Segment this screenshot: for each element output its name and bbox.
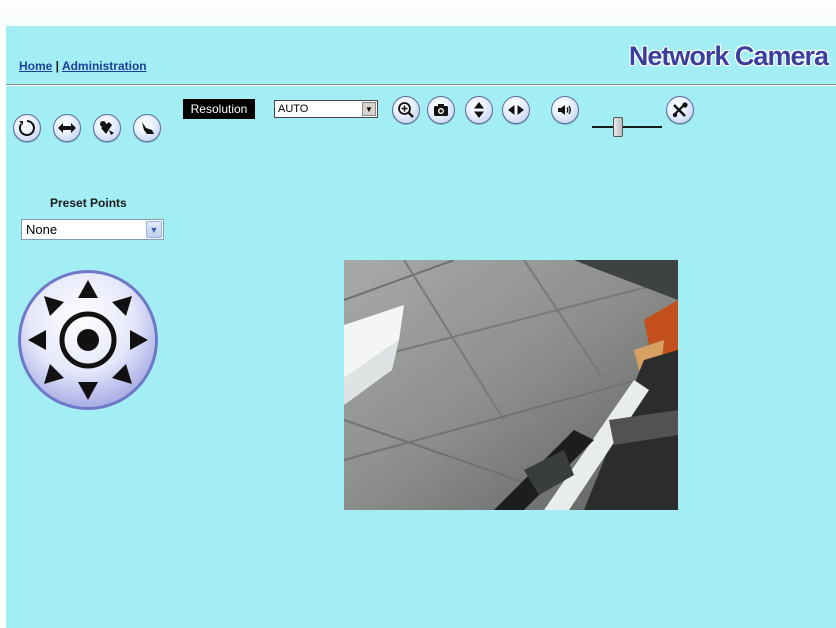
chevron-down-icon: ▼ — [146, 221, 162, 238]
mirror-icon — [58, 123, 76, 133]
volume-slider-thumb[interactable] — [613, 117, 623, 137]
camera-frame-image — [344, 260, 678, 510]
nav-separator: | — [52, 59, 62, 73]
zoom-button[interactable] — [392, 96, 420, 124]
snapshot-icon — [434, 104, 448, 116]
flip-horizontal-icon — [508, 105, 524, 115]
live-video-feed — [344, 260, 678, 510]
settings-icon — [672, 102, 688, 118]
rotate-button[interactable] — [13, 114, 41, 142]
mirror-button[interactable] — [53, 114, 81, 142]
patrol-horizontal-icon — [100, 121, 114, 135]
home-link[interactable]: Home — [19, 59, 52, 73]
camera-page: Home | Administration Network Camera Res… — [6, 26, 836, 628]
patrol-horizontal-button[interactable] — [93, 114, 121, 142]
ptz-direction-pad[interactable] — [16, 268, 160, 412]
administration-link[interactable]: Administration — [62, 59, 147, 73]
preset-points-value: None — [26, 222, 58, 237]
volume-slider[interactable] — [592, 117, 662, 137]
chevron-down-icon: ▼ — [362, 102, 376, 116]
speaker-icon — [558, 105, 571, 115]
preset-points-label: Preset Points — [50, 196, 127, 210]
rotate-icon — [18, 120, 35, 136]
settings-button[interactable] — [666, 96, 694, 124]
preset-points-select[interactable]: None ▼ — [21, 219, 164, 240]
flip-vertical-button[interactable] — [465, 96, 493, 124]
resolution-label: Resolution — [183, 99, 255, 119]
top-strip — [0, 0, 836, 26]
resolution-select[interactable]: AUTO ▼ — [274, 100, 378, 118]
header-divider — [6, 84, 836, 86]
zoom-icon — [398, 102, 414, 118]
speaker-button[interactable] — [551, 96, 579, 124]
patrol-vertical-icon — [142, 122, 154, 134]
flip-horizontal-button[interactable] — [502, 96, 530, 124]
snapshot-button[interactable] — [427, 96, 455, 124]
top-nav: Home | Administration — [19, 59, 147, 73]
patrol-vertical-button[interactable] — [133, 114, 161, 142]
flip-vertical-icon — [474, 102, 484, 118]
resolution-value: AUTO — [278, 103, 309, 115]
ptz-center-button — [77, 329, 99, 351]
brand-title: Network Camera — [628, 41, 829, 71]
